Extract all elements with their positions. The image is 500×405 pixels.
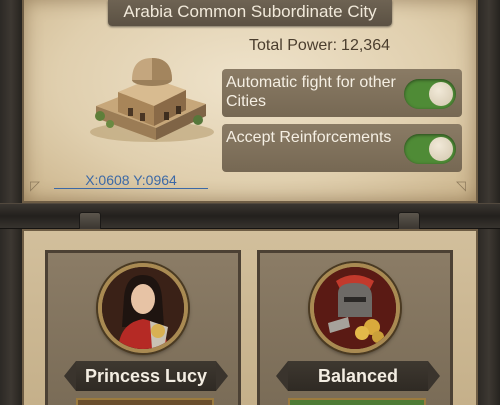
hero-name: Princess Lucy — [64, 361, 228, 391]
strategy-card[interactable]: Balanced — [257, 250, 453, 405]
power-label: Total Power: — [249, 37, 338, 54]
power-value: 12,364 — [341, 37, 390, 54]
total-power: Total Power: 12,364 — [249, 37, 390, 55]
toggle-knob — [429, 82, 453, 106]
auto-fight-label: Automatic fight for other Cities — [226, 74, 396, 110]
auto-fight-toggle[interactable] — [404, 79, 456, 109]
corner-ornament-icon: ◹ — [456, 178, 466, 193]
strategy-button[interactable] — [288, 398, 426, 405]
hero-button[interactable] — [76, 398, 214, 405]
helmet-gold-icon — [310, 263, 400, 353]
city-info-panel: Arabia Common Subordinate City Total Pow… — [22, 0, 478, 203]
reinforcements-setting: Accept Reinforcements — [222, 124, 462, 172]
coordinates-link[interactable]: X:0608 Y:0964 — [54, 172, 208, 189]
auto-fight-setting: Automatic fight for other Cities — [222, 69, 462, 117]
hero-card[interactable]: Princess Lucy — [45, 250, 241, 405]
strategy-name: Balanced — [276, 361, 440, 391]
reinforcements-toggle[interactable] — [404, 134, 456, 164]
reinforcements-label: Accept Reinforcements — [226, 129, 392, 146]
city-title: Arabia Common Subordinate City — [108, 0, 392, 26]
panel-divider — [0, 203, 500, 229]
city-building-icon — [86, 56, 221, 151]
toggle-knob — [429, 137, 453, 161]
hero-portrait-icon — [98, 263, 188, 353]
corner-ornament-icon: ◸ — [30, 178, 40, 193]
